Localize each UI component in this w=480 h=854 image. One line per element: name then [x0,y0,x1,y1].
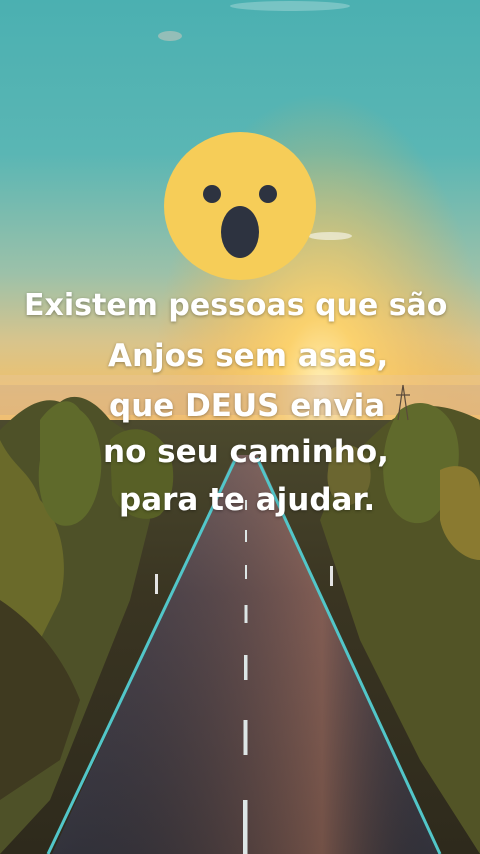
quote-line-3: que DEUS envia [109,388,386,424]
quote-line-5: para te ajudar. [119,482,376,518]
quote-line-2: Anjos sem asas, [108,338,389,374]
background-photo [0,0,480,854]
astonished-face-icon [164,132,316,280]
quote-line-4: no seu caminho, [103,434,389,470]
quote-line-1: Existem pessoas que são [24,288,448,323]
